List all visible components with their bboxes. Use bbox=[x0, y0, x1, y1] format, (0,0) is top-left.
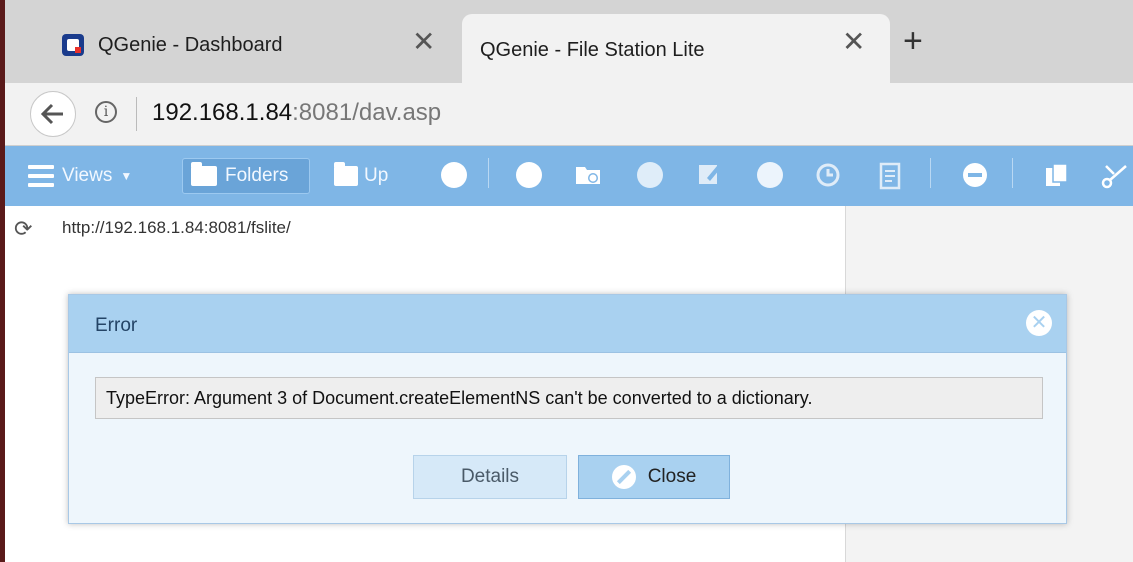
details-label: Details bbox=[460, 466, 520, 487]
url-field[interactable]: 192.168.1.84:8081/dav.asp bbox=[152, 99, 441, 127]
views-menu-button[interactable]: Views ▼ bbox=[28, 158, 132, 194]
url-path: :8081/dav.asp bbox=[292, 99, 442, 126]
refresh-icon[interactable]: ⟳ bbox=[14, 218, 32, 240]
views-label: Views bbox=[62, 165, 113, 186]
close-icon[interactable]: ✕ bbox=[842, 28, 865, 56]
tab-title: QGenie - File Station Lite bbox=[480, 39, 705, 61]
window-left-edge bbox=[0, 0, 5, 562]
close-label: Close bbox=[647, 466, 697, 487]
new-folder-icon[interactable] bbox=[575, 162, 601, 188]
folders-label: Folders bbox=[225, 165, 289, 186]
dialog-close-icon[interactable]: ✕ bbox=[1026, 310, 1052, 336]
toolbar-separator bbox=[1012, 158, 1013, 188]
address-bar: i 192.168.1.84:8081/dav.asp bbox=[0, 83, 1133, 146]
edit-circle-icon bbox=[611, 465, 636, 489]
cut-icon[interactable] bbox=[1100, 162, 1127, 189]
properties-icon[interactable] bbox=[879, 162, 905, 190]
error-message-box: TypeError: Argument 3 of Document.create… bbox=[95, 377, 1043, 419]
url-separator bbox=[136, 97, 137, 131]
toolbar-separator bbox=[930, 158, 931, 188]
download-icon[interactable] bbox=[637, 162, 663, 188]
globe-icon[interactable] bbox=[757, 162, 783, 188]
error-dialog: Error ✕ TypeError: Argument 3 of Documen… bbox=[68, 294, 1067, 524]
current-path: http://192.168.1.84:8081/fslite/ bbox=[62, 218, 291, 237]
toolbar-separator bbox=[488, 158, 489, 188]
folder-icon bbox=[191, 162, 217, 186]
dialog-header: Error ✕ bbox=[69, 295, 1066, 353]
sync-icon[interactable] bbox=[441, 162, 467, 188]
folders-button[interactable]: Folders bbox=[182, 158, 310, 194]
browser-tab-strip: QGenie - Dashboard ✕ QGenie - File Stati… bbox=[0, 0, 1133, 83]
rename-icon[interactable] bbox=[697, 162, 723, 188]
new-tab-plus-icon[interactable]: + bbox=[903, 24, 923, 58]
tab-file-station-lite[interactable]: QGenie - File Station Lite ✕ bbox=[462, 14, 890, 83]
details-button[interactable]: Details bbox=[413, 455, 567, 499]
upload-icon[interactable] bbox=[516, 162, 542, 188]
tab-title: QGenie - Dashboard bbox=[98, 33, 283, 56]
info-icon[interactable]: i bbox=[95, 101, 117, 123]
up-label: Up bbox=[364, 165, 389, 186]
delete-icon[interactable] bbox=[962, 162, 988, 188]
dialog-title: Error bbox=[95, 315, 138, 336]
clock-icon[interactable] bbox=[815, 162, 841, 188]
back-arrow-icon[interactable] bbox=[30, 91, 76, 137]
qnap-favicon-icon bbox=[62, 34, 84, 56]
up-button[interactable]: Up bbox=[334, 158, 388, 194]
tab-dashboard[interactable]: QGenie - Dashboard ✕ bbox=[40, 16, 460, 74]
close-button[interactable]: Close bbox=[578, 455, 730, 499]
list-icon bbox=[28, 165, 54, 187]
copy-icon[interactable] bbox=[1044, 162, 1070, 188]
close-icon[interactable]: ✕ bbox=[412, 28, 435, 56]
error-message: TypeError: Argument 3 of Document.create… bbox=[106, 388, 813, 408]
caret-down-icon: ▼ bbox=[120, 169, 133, 183]
folder-up-icon bbox=[334, 162, 358, 186]
url-host: 192.168.1.84 bbox=[152, 99, 293, 126]
